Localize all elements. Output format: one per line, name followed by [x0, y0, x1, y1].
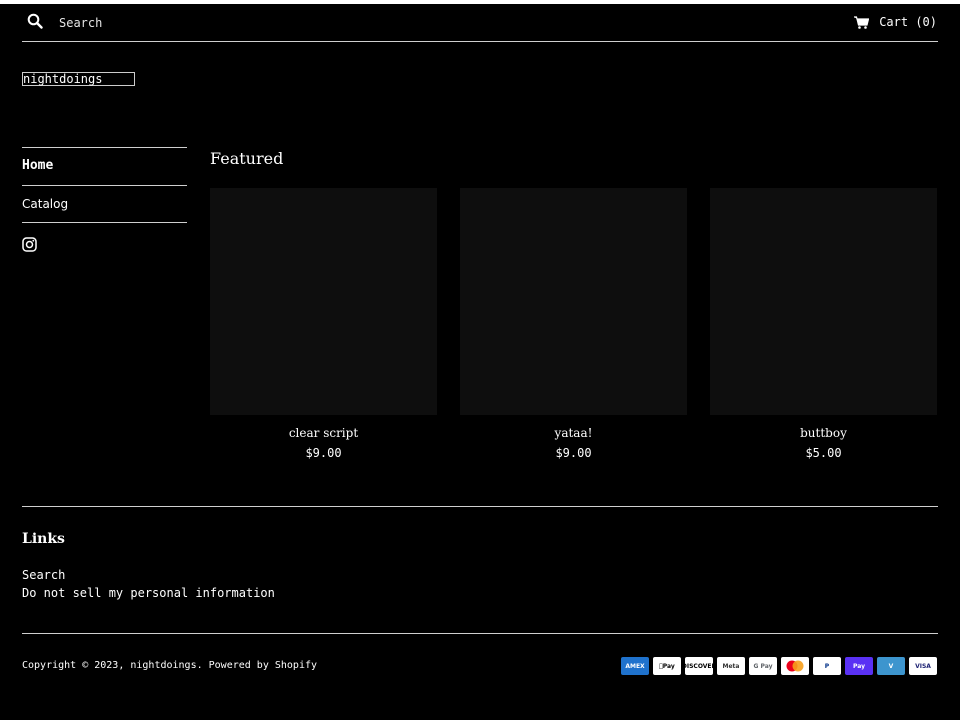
product-price: $9.00 — [305, 446, 342, 460]
product-price: $9.00 — [555, 446, 592, 460]
footer-divider — [22, 506, 938, 507]
footer-link-do-not-sell[interactable]: Do not sell my personal information — [22, 584, 275, 602]
meta-pay-icon: Meta — [717, 657, 745, 675]
search-input[interactable] — [59, 15, 219, 30]
product-card[interactable]: buttboy $5.00 — [710, 188, 937, 460]
mastercard-icon — [781, 657, 809, 675]
sidebar-nav: Home Catalog — [22, 147, 187, 252]
product-card[interactable]: yataa! $9.00 — [460, 188, 687, 460]
product-image[interactable] — [460, 188, 687, 415]
product-image[interactable] — [710, 188, 937, 415]
copyright-text: Copyright © 2023, nightdoings. Powered b… — [22, 660, 318, 671]
visa-icon: VISA — [909, 657, 937, 675]
site-header: Cart (0) — [22, 4, 938, 42]
store-logo[interactable]: nightdoings — [22, 72, 135, 86]
footer-links-heading: Links — [22, 531, 65, 547]
footer-links: Search Do not sell my personal informati… — [22, 566, 275, 602]
product-image[interactable] — [210, 188, 437, 415]
product-name[interactable]: clear script — [210, 426, 437, 440]
instagram-icon[interactable] — [22, 237, 37, 252]
google-pay-icon: G Pay — [749, 657, 777, 675]
discover-icon: DISCOVER — [682, 657, 716, 675]
paypal-icon: P — [813, 657, 841, 675]
apple-pay-icon: Pay — [653, 657, 681, 675]
shop-pay-icon: Pay — [845, 657, 873, 675]
sidebar-item-home[interactable]: Home — [22, 147, 187, 185]
cart-icon — [854, 15, 870, 29]
footer-link-search[interactable]: Search — [22, 566, 275, 584]
cart-link[interactable]: Cart (0) — [854, 15, 937, 29]
product-grid: clear script $9.00 yataa! $9.00 buttboy … — [210, 188, 937, 468]
payment-icons: AMEXPayDISCOVERMetaG Pay PPayVVISA — [621, 657, 937, 675]
product-card[interactable]: clear script $9.00 — [210, 188, 437, 460]
product-name[interactable]: buttboy — [710, 426, 937, 440]
product-name[interactable]: yataa! — [460, 426, 687, 440]
featured-heading: Featured — [210, 149, 284, 168]
search-icon[interactable] — [27, 13, 43, 32]
amex-icon: AMEX — [621, 657, 649, 675]
sidebar-item-catalog[interactable]: Catalog — [22, 185, 187, 223]
venmo-icon: V — [877, 657, 905, 675]
product-price: $5.00 — [805, 446, 842, 460]
cart-label: Cart (0) — [879, 15, 937, 29]
footer-bottom-divider — [22, 633, 938, 634]
search-bar[interactable] — [27, 13, 219, 32]
